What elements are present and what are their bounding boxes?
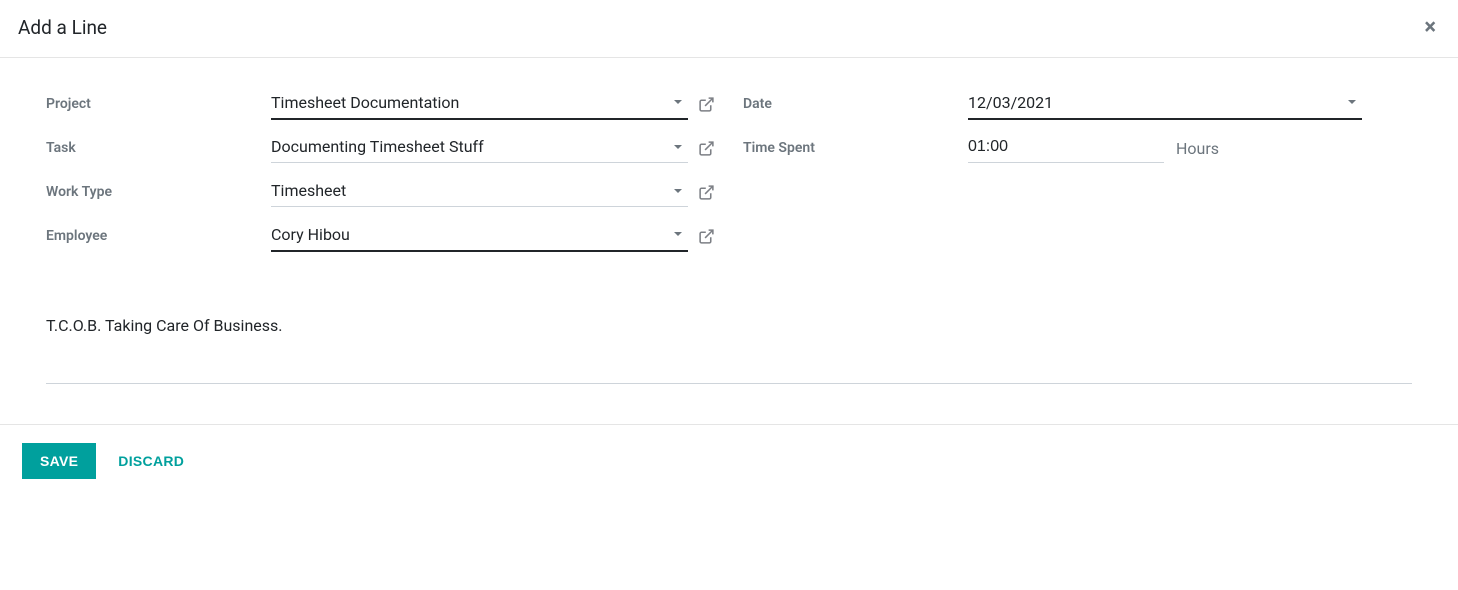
chevron-down-icon: [1348, 100, 1356, 104]
work-type-select[interactable]: Timesheet: [271, 177, 688, 207]
hours-unit-label: Hours: [1176, 139, 1219, 158]
field-wrap-date: 12/03/2021: [968, 89, 1412, 120]
row-time-spent: Time Spent Hours: [743, 126, 1412, 170]
project-select[interactable]: Timesheet Documentation: [271, 89, 688, 120]
time-spent-input[interactable]: [968, 134, 1164, 163]
chevron-down-icon: [674, 100, 682, 104]
field-wrap-time-spent: Hours: [968, 134, 1412, 163]
date-value: 12/03/2021: [968, 93, 1348, 112]
label-task: Task: [46, 140, 271, 156]
external-link-icon[interactable]: [698, 140, 715, 157]
row-work-type: Work Type Timesheet: [46, 170, 715, 214]
work-type-value: Timesheet: [271, 181, 674, 200]
external-link-icon[interactable]: [698, 228, 715, 245]
label-project: Project: [46, 96, 271, 112]
description-input[interactable]: T.C.O.B. Taking Care Of Business.: [46, 310, 1412, 384]
employee-select[interactable]: Cory Hibou: [271, 221, 688, 252]
label-employee: Employee: [46, 228, 271, 244]
form-col-right: Date 12/03/2021 Time Spent Hours: [743, 82, 1412, 258]
discard-button[interactable]: Discard: [100, 443, 202, 479]
project-value: Timesheet Documentation: [271, 93, 674, 112]
chevron-down-icon: [674, 232, 682, 236]
external-link-icon[interactable]: [698, 96, 715, 113]
modal-header: Add a Line ×: [0, 0, 1458, 58]
description-block: T.C.O.B. Taking Care Of Business.: [46, 310, 1412, 384]
close-icon[interactable]: ×: [1420, 17, 1440, 39]
label-time-spent: Time Spent: [743, 140, 968, 156]
chevron-down-icon: [674, 145, 682, 149]
row-employee: Employee Cory Hibou: [46, 214, 715, 258]
modal-title: Add a Line: [18, 16, 107, 39]
modal-body: Project Timesheet Documentation: [0, 58, 1458, 424]
date-input[interactable]: 12/03/2021: [968, 89, 1362, 120]
row-date: Date 12/03/2021: [743, 82, 1412, 126]
field-wrap-employee: Cory Hibou: [271, 221, 715, 252]
row-task: Task Documenting Timesheet Stuff: [46, 126, 715, 170]
save-button[interactable]: Save: [22, 443, 96, 479]
task-select[interactable]: Documenting Timesheet Stuff: [271, 133, 688, 163]
external-link-icon[interactable]: [698, 184, 715, 201]
field-wrap-work-type: Timesheet: [271, 177, 715, 207]
field-wrap-project: Timesheet Documentation: [271, 89, 715, 120]
modal-footer: Save Discard: [0, 424, 1458, 497]
employee-value: Cory Hibou: [271, 225, 674, 244]
label-work-type: Work Type: [46, 184, 271, 200]
field-wrap-task: Documenting Timesheet Stuff: [271, 133, 715, 163]
row-project: Project Timesheet Documentation: [46, 82, 715, 126]
form-columns: Project Timesheet Documentation: [46, 82, 1412, 258]
task-value: Documenting Timesheet Stuff: [271, 137, 674, 156]
form-col-left: Project Timesheet Documentation: [46, 82, 715, 258]
chevron-down-icon: [674, 189, 682, 193]
label-date: Date: [743, 96, 968, 112]
